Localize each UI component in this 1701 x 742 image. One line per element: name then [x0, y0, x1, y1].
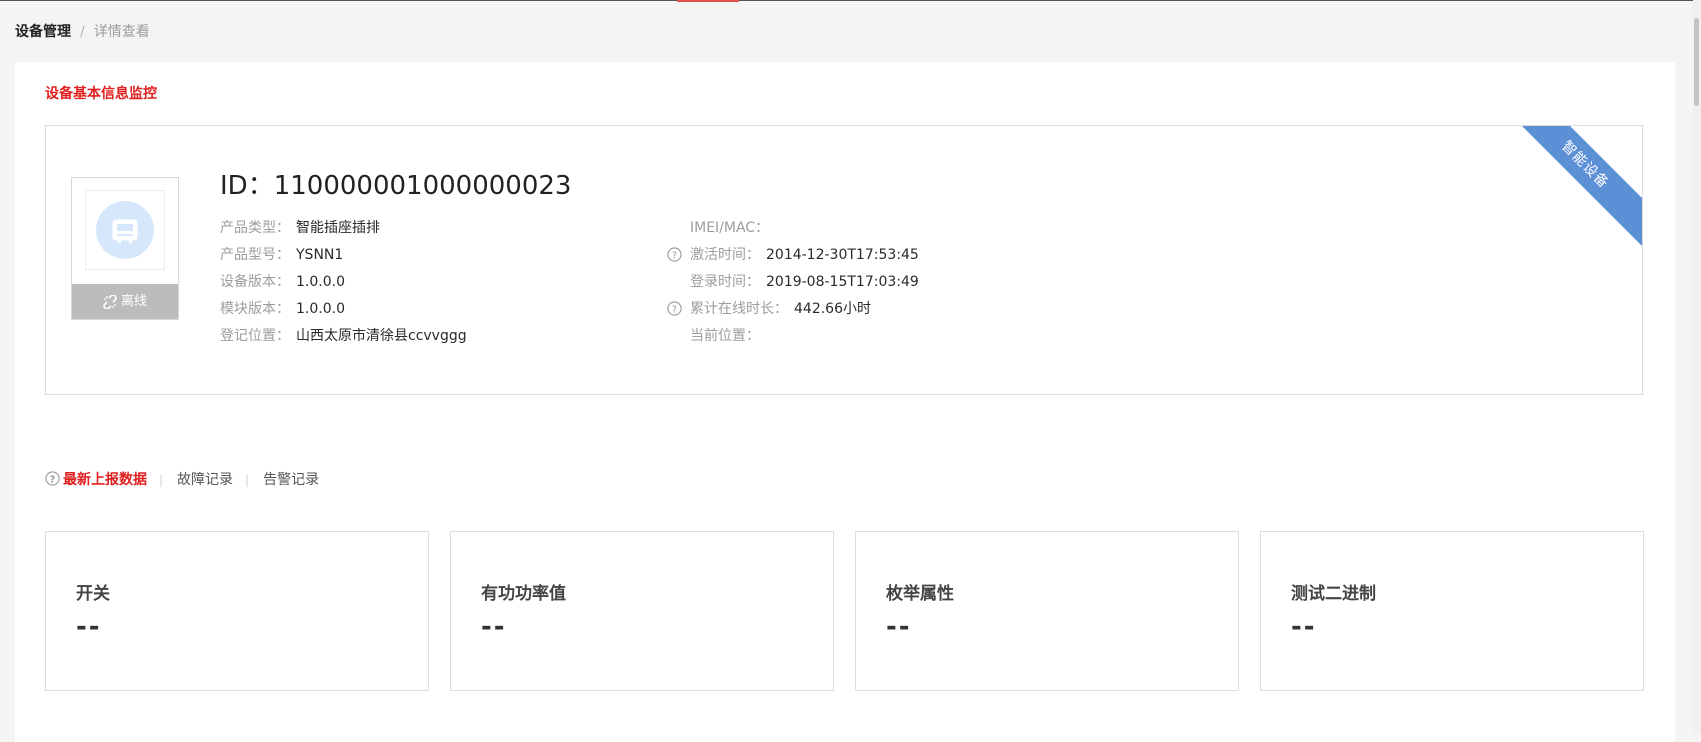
device-id-value: 110000001000000023	[273, 171, 572, 201]
tab-alarm-records[interactable]: 告警记录	[263, 470, 319, 490]
section-title: 设备基本信息监控	[45, 86, 157, 102]
device-id-heading: ID：110000001000000023	[220, 170, 571, 202]
device-thumbnail: 离线	[71, 177, 179, 320]
metric-card-enum-attribute: 枚举属性 --	[855, 531, 1239, 691]
field-value: 1.0.0.0	[296, 274, 345, 290]
field-activation-time: ? 激活时间： 2014-12-30T17:53:45	[667, 242, 919, 269]
field-label: 产品型号：	[220, 247, 290, 263]
help-icon[interactable]: ?	[667, 301, 682, 316]
device-status-label: 离线	[120, 294, 147, 309]
breadcrumb-current: 详情查看	[93, 24, 150, 40]
device-id-label: ID：	[220, 171, 274, 201]
help-icon[interactable]: ?	[45, 471, 60, 486]
field-label: 登录时间：	[690, 274, 760, 290]
help-icon[interactable]: ?	[667, 247, 682, 262]
top-border	[0, 0, 1701, 2]
field-value: 442.66小时	[794, 301, 871, 317]
field-value: 2019-08-15T17:03:49	[766, 274, 919, 290]
field-registered-location: 登记位置： 山西太原市清徐县ccvvggg	[220, 323, 467, 350]
metric-title: 枚举属性	[886, 584, 954, 604]
breadcrumb-home[interactable]: 设备管理	[15, 24, 71, 40]
field-online-duration: ? 累计在线时长： 442.66小时	[667, 296, 919, 323]
device-status-offline: 离线	[72, 284, 178, 319]
field-label: IMEI/MAC：	[690, 220, 770, 236]
field-label: 激活时间：	[690, 247, 760, 263]
field-label: 产品类型：	[220, 220, 290, 236]
metric-title: 有功功率值	[481, 584, 566, 604]
unlink-icon	[103, 293, 117, 310]
field-imei-mac: IMEI/MAC：	[690, 215, 919, 242]
svg-text:?: ?	[50, 474, 55, 485]
device-icon	[112, 219, 138, 243]
tab-fault-records[interactable]: 故障记录	[177, 470, 233, 490]
field-value: 2014-12-30T17:53:45	[766, 247, 919, 263]
field-label: 累计在线时长：	[690, 301, 788, 317]
field-product-type: 产品类型： 智能插座插排	[220, 215, 467, 242]
field-device-version: 设备版本： 1.0.0.0	[220, 269, 467, 296]
field-label: 登记位置：	[220, 328, 290, 344]
field-value: YSNN1	[296, 247, 344, 263]
tab-label: 告警记录	[263, 472, 320, 488]
metric-card-switch: 开关 --	[45, 531, 429, 691]
metric-card-active-power: 有功功率值 --	[450, 531, 834, 691]
tab-latest-data[interactable]: ? 最新上报数据	[45, 470, 147, 490]
tab-divider: |	[245, 473, 250, 487]
field-module-version: 模块版本： 1.0.0.0	[220, 296, 467, 323]
metric-value: --	[886, 612, 912, 642]
field-label: 设备版本：	[220, 274, 290, 290]
page-scrollbar[interactable]	[1693, 0, 1701, 733]
field-login-time: 登录时间： 2019-08-15T17:03:49	[690, 269, 919, 296]
breadcrumb: 设备管理 / 详情查看	[15, 22, 150, 42]
field-value: 智能插座插排	[296, 220, 380, 236]
device-info-panel: 智能设备 离线 ID：110000001000000023 产品类型： 智能插座插…	[45, 125, 1643, 395]
scrollbar-thumb[interactable]	[1694, 18, 1699, 106]
breadcrumb-separator: /	[80, 24, 85, 40]
metric-value: --	[481, 612, 507, 642]
field-value: 山西太原市清徐县ccvvggg	[296, 328, 467, 344]
tab-label: 故障记录	[177, 472, 234, 488]
metric-value: --	[1291, 612, 1317, 642]
data-tabs: ? 最新上报数据 | 故障记录 | 告警记录	[45, 470, 319, 490]
metric-value: --	[76, 612, 102, 642]
device-fields-left: 产品类型： 智能插座插排 产品型号： YSNN1 设备版本： 1.0.0.0 模块版本…	[220, 215, 467, 350]
field-current-location: 当前位置：	[690, 323, 919, 350]
field-label: 模块版本：	[220, 301, 290, 317]
svg-text:?: ?	[672, 304, 677, 315]
field-product-model: 产品型号： YSNN1	[220, 242, 467, 269]
field-label: 当前位置：	[690, 328, 760, 344]
top-accent	[677, 0, 739, 2]
device-fields-right: IMEI/MAC： ? 激活时间： 2014-12-30T17:53:45 登录时…	[667, 215, 919, 350]
tab-label: 最新上报数据	[63, 472, 147, 488]
smart-device-ribbon: 智能设备	[1491, 126, 1642, 259]
metric-title: 测试二进制	[1291, 584, 1376, 604]
tab-divider: |	[159, 473, 164, 487]
device-image	[85, 190, 165, 270]
field-value: 1.0.0.0	[296, 301, 345, 317]
metric-card-test-binary: 测试二进制 --	[1260, 531, 1644, 691]
svg-text:?: ?	[672, 250, 677, 261]
metric-title: 开关	[76, 584, 110, 604]
